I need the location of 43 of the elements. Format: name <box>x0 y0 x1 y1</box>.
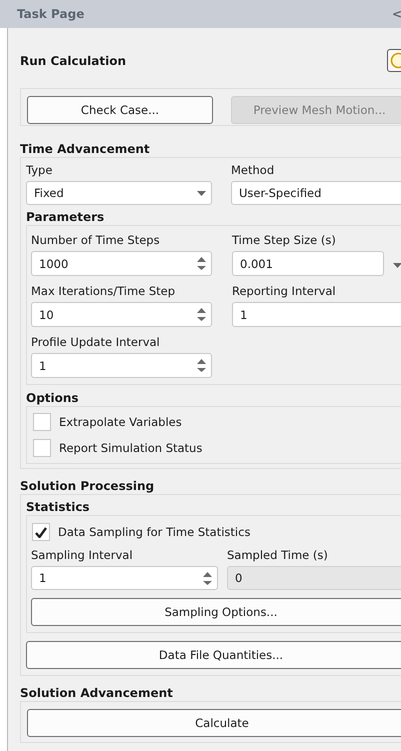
input-field[interactable]: 0.001 <box>232 251 384 276</box>
input-field[interactable]: 1 <box>232 302 401 327</box>
field-label: Sampling Interval <box>31 547 134 563</box>
units-caret-icon[interactable] <box>393 262 401 268</box>
section-title: Parameters <box>26 209 106 225</box>
number-spinner[interactable]: 1 <box>31 566 218 590</box>
action-button[interactable]: Check Case... <box>27 96 213 124</box>
field-label: Time Step Size (s) <box>232 232 337 248</box>
quantities-button[interactable]: Data File Quantities... <box>26 641 401 669</box>
field-label: Number of Time Steps <box>31 232 161 248</box>
checkbox-label: Report Simulation Status <box>59 441 202 455</box>
dropdown[interactable]: User-Specified <box>231 181 401 205</box>
section-title: Options <box>26 390 80 406</box>
checkmark-icon <box>35 526 47 538</box>
spinner-arrows-icon[interactable] <box>197 358 206 373</box>
field-label: Reporting Interval <box>232 283 337 299</box>
collapse-button[interactable]: < <box>392 7 401 21</box>
page-title: Run Calculation <box>20 54 126 68</box>
checkbox-label: Extrapolate Variables <box>59 415 182 429</box>
field-label: Sampled Time (s) <box>227 547 329 563</box>
field-label: Type <box>26 162 54 178</box>
section-title: Time Advancement <box>20 141 151 157</box>
calculate-button[interactable]: Calculate <box>27 709 401 737</box>
section-title: Solution Processing <box>20 478 156 494</box>
section-title: Statistics <box>26 499 91 515</box>
number-spinner[interactable]: 10 <box>31 302 212 327</box>
number-spinner[interactable]: 1000 <box>31 251 212 276</box>
checkbox[interactable] <box>33 439 51 457</box>
panel-title: Task Page <box>17 7 84 21</box>
dropdown[interactable]: Fixed <box>26 181 212 205</box>
spinner-arrows-icon[interactable] <box>197 307 206 322</box>
checkbox-label: Data Sampling for Time Statistics <box>58 525 250 539</box>
caret-icon <box>197 190 206 196</box>
field-label: Profile Update Interval <box>31 334 161 350</box>
section-title: Solution Advancement <box>20 685 174 701</box>
spinner-arrows-icon[interactable] <box>197 256 206 271</box>
number-spinner[interactable]: 1 <box>31 353 212 378</box>
field-label: Method <box>231 162 276 178</box>
checkbox[interactable] <box>33 413 51 431</box>
options-button[interactable]: Sampling Options... <box>31 598 401 626</box>
checkbox[interactable] <box>32 523 50 541</box>
spinner-arrows-icon[interactable] <box>203 570 212 586</box>
field-label: Max Iterations/Time Step <box>31 283 176 299</box>
